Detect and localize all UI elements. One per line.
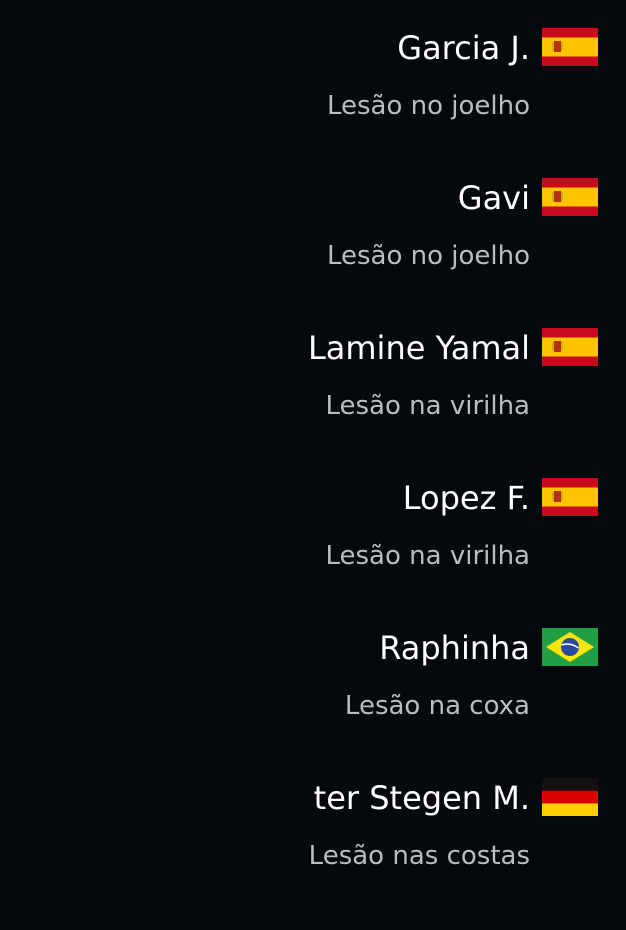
player-name: ter Stegen M. [313, 779, 530, 817]
player-row[interactable]: ter Stegen M. Lesão nas costas [0, 750, 626, 900]
injury-reason: Lesão nas costas [308, 841, 530, 871]
spain-flag-icon [542, 178, 598, 216]
player-name: Raphinha [379, 629, 530, 667]
brazil-flag-icon [542, 628, 598, 666]
injury-reason: Lesão na coxa [344, 691, 530, 721]
player-name: Lopez F. [402, 479, 530, 517]
injured-players-list: Garcia J. Lesão no joelho Gavi Lesão no … [0, 0, 626, 930]
player-row[interactable]: Garcia J. Lesão no joelho [0, 0, 626, 150]
player-row[interactable]: Raphinha Lesão na coxa [0, 600, 626, 750]
spain-flag-icon [542, 28, 598, 66]
player-name: Gavi [457, 179, 530, 217]
player-name: Lamine Yamal [307, 329, 530, 367]
player-name: Garcia J. [397, 29, 530, 67]
germany-flag-icon [542, 778, 598, 816]
injury-reason: Lesão na virilha [325, 541, 530, 571]
player-row[interactable]: Gavi Lesão no joelho [0, 150, 626, 300]
player-row[interactable]: Lamine Yamal Lesão na virilha [0, 300, 626, 450]
spain-flag-icon [542, 478, 598, 516]
spain-flag-icon [542, 328, 598, 366]
player-row[interactable]: Lopez F. Lesão na virilha [0, 450, 626, 600]
injury-reason: Lesão no joelho [326, 241, 530, 271]
injury-reason: Lesão na virilha [325, 391, 530, 421]
injury-reason: Lesão no joelho [326, 91, 530, 121]
